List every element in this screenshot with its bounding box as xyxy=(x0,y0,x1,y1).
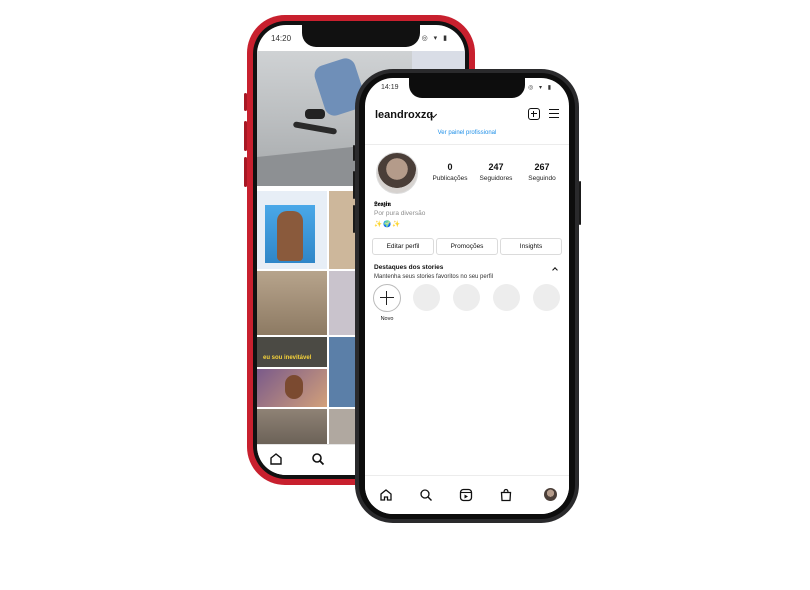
feed-tile[interactable] xyxy=(257,271,327,335)
bio-name: 𝕷𝖊𝖔𝖟𝖎𝖓 xyxy=(374,200,391,208)
stat-followers-value: 247 xyxy=(488,162,504,172)
highlight-placeholder xyxy=(493,284,520,311)
stat-posts-value: 0 xyxy=(447,162,453,172)
feed-tile-caption: eu sou inevitável xyxy=(263,355,312,361)
bio-category: Por pura diversão xyxy=(374,210,426,217)
stat-following[interactable]: 267 Seguindo xyxy=(519,162,565,182)
home-icon[interactable] xyxy=(379,488,393,502)
stat-followers[interactable]: 247 Seguidores xyxy=(473,162,519,182)
username[interactable]: leandroxzq xyxy=(375,109,433,121)
stat-posts-label: Publicações xyxy=(432,175,468,182)
feed-tile[interactable] xyxy=(257,191,327,269)
back-phone-notch xyxy=(302,25,420,47)
profile-screen: 14:19 ◎ ▾ ▮ leandroxzq Ver painel profis… xyxy=(365,78,569,514)
feed-tile[interactable] xyxy=(257,369,327,407)
front-phone: 14:19 ◎ ▾ ▮ leandroxzq Ver painel profis… xyxy=(353,69,581,523)
stat-followers-label: Seguidores xyxy=(479,175,513,182)
professional-dashboard-link[interactable]: Ver painel profissional xyxy=(365,130,569,144)
home-icon[interactable] xyxy=(269,452,283,466)
insights-button[interactable]: Insights xyxy=(500,238,562,255)
shop-icon[interactable] xyxy=(499,488,513,502)
bio-emojis: ✨🌍✨ xyxy=(374,221,402,228)
stat-posts[interactable]: 0 Publicações xyxy=(427,162,473,182)
back-status-time: 14:20 xyxy=(271,34,292,43)
highlight-placeholder xyxy=(413,284,440,311)
menu-icon[interactable] xyxy=(549,109,559,119)
search-icon[interactable] xyxy=(311,452,325,466)
stat-following-label: Seguindo xyxy=(528,175,556,182)
new-highlight-label: Novo xyxy=(380,316,394,322)
search-icon[interactable] xyxy=(419,488,433,502)
create-post-icon[interactable] xyxy=(528,108,540,120)
profile-avatar[interactable] xyxy=(376,152,418,194)
collapse-chevron-icon[interactable] xyxy=(552,267,558,273)
highlights-subtitle: Mantenha seus stories favoritos no seu p… xyxy=(374,274,494,280)
profile-header: leandroxzq xyxy=(365,100,569,130)
new-highlight-button[interactable] xyxy=(373,284,401,312)
front-phone-notch xyxy=(409,78,525,98)
divider xyxy=(365,144,569,145)
highlight-placeholder xyxy=(533,284,560,311)
profile-tab-avatar[interactable] xyxy=(544,488,557,501)
status-icons: ◎ ▾ ▮ xyxy=(528,85,553,91)
promotions-button[interactable]: Promoções xyxy=(436,238,498,255)
back-status-icons: ◎ ▾ ▮ xyxy=(421,35,449,42)
highlight-placeholder xyxy=(453,284,480,311)
feed-tile[interactable]: eu sou inevitável xyxy=(257,337,327,367)
highlights-title: Destaques dos stories xyxy=(374,264,444,271)
reels-icon[interactable] xyxy=(459,488,473,502)
status-time: 14:19 xyxy=(381,84,399,91)
edit-profile-button[interactable]: Editar perfil xyxy=(372,238,434,255)
bottom-tab-bar xyxy=(365,475,569,514)
stat-following-value: 267 xyxy=(534,162,550,172)
